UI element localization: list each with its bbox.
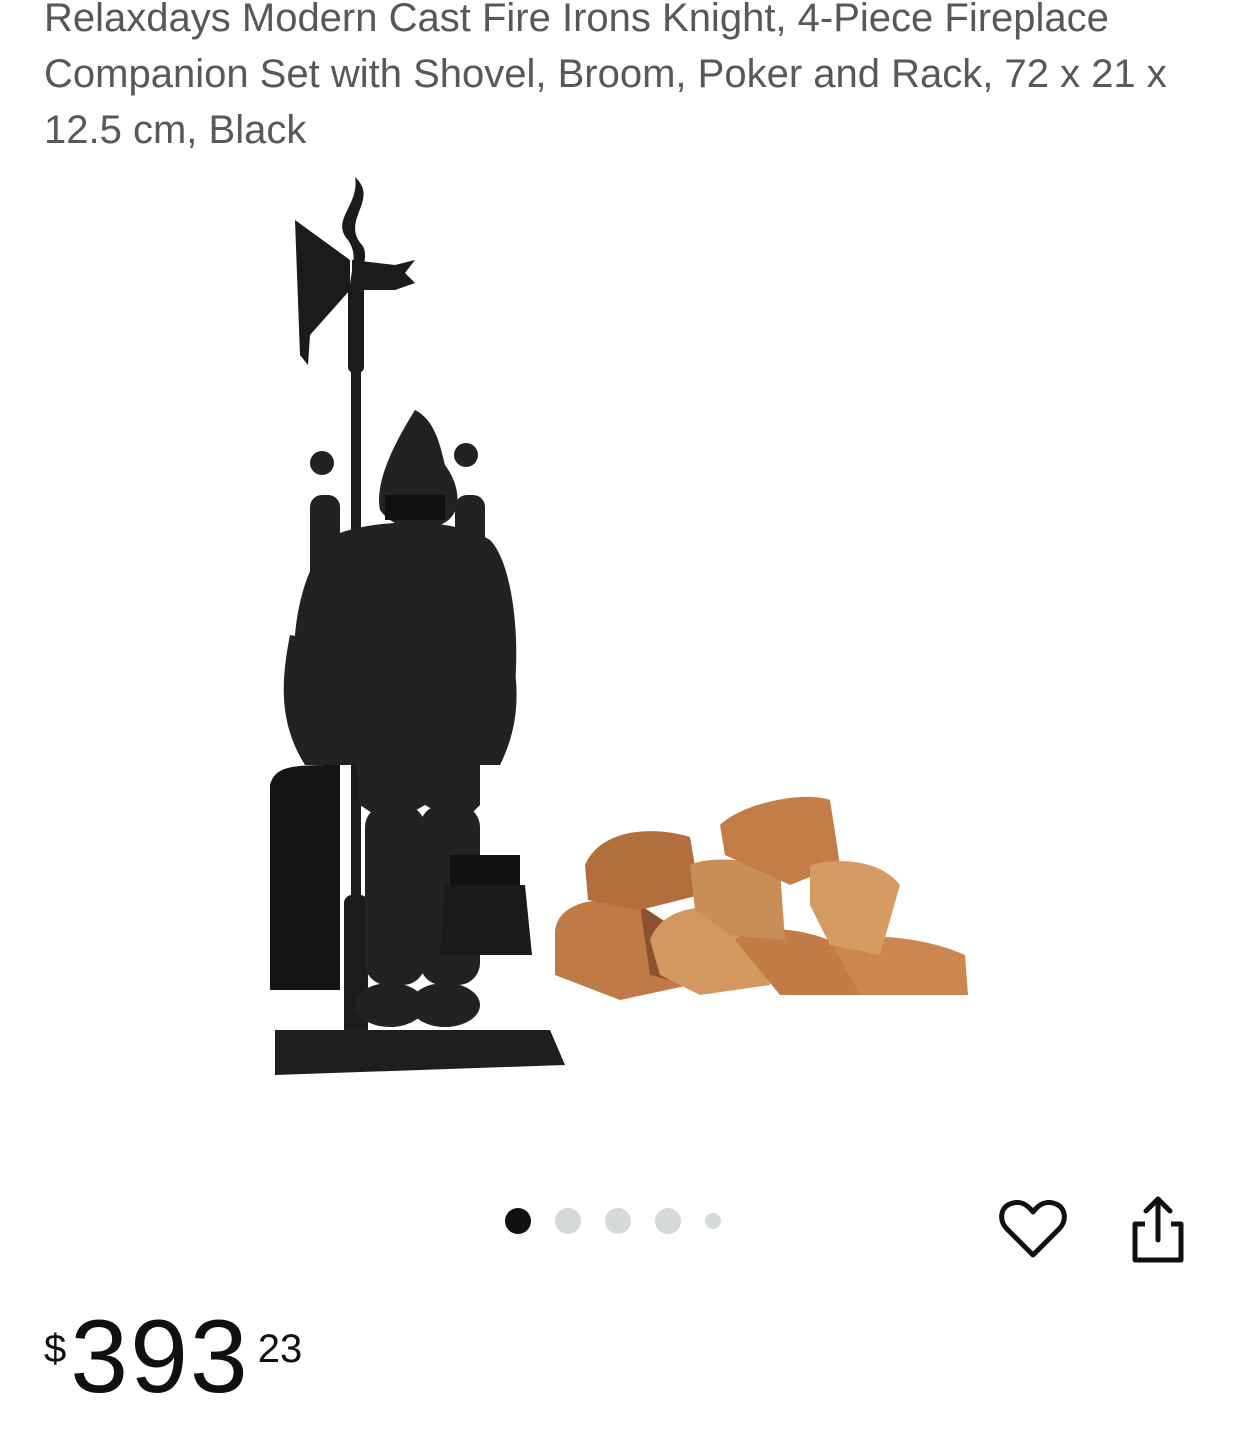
- price: $ 393 23: [44, 1305, 302, 1409]
- share-button[interactable]: [1118, 1190, 1198, 1270]
- carousel-dot-5[interactable]: [705, 1213, 721, 1229]
- price-whole: 393: [70, 1299, 250, 1415]
- carousel-dot-1[interactable]: [505, 1208, 531, 1234]
- favorite-button[interactable]: [993, 1190, 1073, 1270]
- heart-outline-icon: [999, 1199, 1067, 1258]
- product-title: Relaxdays Modern Cast Fire Irons Knight,…: [44, 0, 1167, 152]
- share-icon: [1132, 1196, 1184, 1263]
- product-image[interactable]: [220, 165, 1000, 1125]
- price-currency-symbol: $: [44, 1327, 67, 1371]
- carousel-dot-4[interactable]: [655, 1208, 681, 1234]
- carousel-dot-2[interactable]: [555, 1208, 581, 1234]
- fireplace-knight-illustration: [270, 177, 968, 1075]
- carousel-dot-3[interactable]: [605, 1208, 631, 1234]
- image-carousel-indicator: [505, 1208, 721, 1234]
- price-fraction: 23: [257, 1327, 303, 1371]
